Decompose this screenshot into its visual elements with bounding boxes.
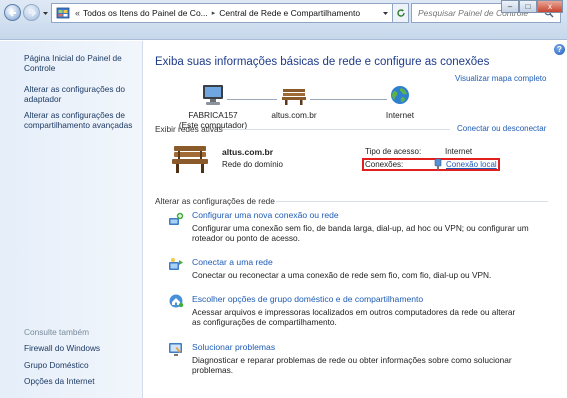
maximize-button[interactable]: □ bbox=[519, 0, 537, 13]
section-divider bbox=[222, 129, 450, 130]
task-setup-connection-link[interactable]: Configurar uma nova conexão ou rede bbox=[192, 210, 339, 220]
map-connector-line bbox=[227, 99, 277, 100]
active-networks-label: Exibir redes ativas bbox=[155, 124, 223, 134]
control-panel-icon bbox=[56, 7, 70, 19]
task-connect-network-desc: Conectar ou reconectar a uma conexão de … bbox=[192, 270, 492, 280]
address-bar[interactable]: « Todos os Itens do Painel de Co... ▸ Ce… bbox=[51, 3, 393, 23]
task-homegroup-link[interactable]: Escolher opções de grupo doméstico e de … bbox=[192, 294, 423, 304]
minimize-button[interactable]: – bbox=[501, 0, 519, 13]
troubleshoot-icon bbox=[169, 343, 182, 356]
task-troubleshoot-link[interactable]: Solucionar problemas bbox=[192, 342, 275, 352]
computer-name: FABRICA157 bbox=[188, 110, 238, 120]
breadcrumb-separator-icon[interactable]: ▸ bbox=[212, 9, 216, 17]
network-type-link[interactable]: Rede do domínio bbox=[222, 160, 283, 169]
ethernet-connection-icon bbox=[434, 158, 442, 170]
recent-pages-chevron-icon[interactable] bbox=[42, 10, 49, 17]
breadcrumb-item-all-control-panel[interactable]: Todos os Itens do Painel de Co... bbox=[83, 8, 208, 18]
change-settings-label: Alterar as configurações de rede bbox=[155, 196, 275, 206]
internet-globe-icon bbox=[391, 86, 409, 104]
sidebar: Página Inicial do Painel de Controle Alt… bbox=[0, 41, 143, 398]
window-controls: – □ x bbox=[501, 0, 563, 13]
active-network-name: altus.com.br bbox=[222, 147, 274, 157]
bench-network-icon bbox=[172, 146, 208, 173]
back-button[interactable] bbox=[4, 4, 21, 21]
section-divider bbox=[276, 201, 548, 202]
see-also-label: Consulte também bbox=[24, 327, 90, 337]
access-type-value: Internet bbox=[445, 147, 473, 156]
sidebar-link-adapter-settings[interactable]: Alterar as configurações do adaptador bbox=[24, 84, 139, 104]
sidebar-link-homegroup[interactable]: Grupo Doméstico bbox=[24, 360, 139, 370]
breadcrumb-item-network-center[interactable]: Central de Rede e Compartilhamento bbox=[219, 8, 360, 18]
map-network-name[interactable]: altus.com.br bbox=[268, 110, 320, 120]
sidebar-link-internet-options[interactable]: Opções da Internet bbox=[24, 376, 139, 386]
homegroup-icon bbox=[169, 294, 184, 308]
task-setup-connection-desc: Configurar uma conexão sem fio, de banda… bbox=[192, 223, 529, 243]
domain-network-bench-icon bbox=[282, 89, 306, 105]
task-connect-network-link[interactable]: Conectar a uma rede bbox=[192, 257, 273, 267]
refresh-icon bbox=[396, 9, 405, 17]
close-button[interactable]: x bbox=[537, 0, 563, 13]
connect-network-icon bbox=[169, 258, 183, 270]
connect-disconnect-link[interactable]: Conectar ou desconectar bbox=[457, 124, 546, 133]
sidebar-link-control-panel-home[interactable]: Página Inicial do Painel de Controle bbox=[24, 53, 139, 73]
map-connector-line bbox=[310, 99, 387, 100]
arrow-right-icon bbox=[28, 8, 36, 17]
task-troubleshoot-desc: Diagnosticar e reparar problemas de rede… bbox=[192, 355, 512, 375]
help-icon[interactable]: ? bbox=[554, 44, 565, 55]
refresh-button[interactable] bbox=[393, 3, 409, 23]
map-internet-label[interactable]: Internet bbox=[380, 110, 420, 120]
sidebar-link-windows-firewall[interactable]: Firewall do Windows bbox=[24, 343, 139, 353]
forward-button[interactable] bbox=[23, 4, 40, 21]
task-homegroup-desc: Acessar arquivos e impressoras localizad… bbox=[192, 307, 516, 327]
breadcrumb-overflow[interactable]: « bbox=[75, 8, 80, 18]
page-title: Exiba suas informações básicas de rede e… bbox=[155, 56, 490, 68]
computer-icon bbox=[203, 85, 223, 105]
title-address-bar: « Todos os Itens do Painel de Co... ▸ Ce… bbox=[0, 0, 567, 40]
access-type-label: Tipo de acesso: bbox=[365, 147, 422, 156]
connections-label: Conexões: bbox=[365, 160, 404, 169]
view-full-map-link[interactable]: Visualizar mapa completo bbox=[455, 74, 546, 83]
arrow-left-icon bbox=[8, 8, 16, 17]
new-connection-icon bbox=[169, 212, 184, 225]
address-dropdown-icon[interactable] bbox=[382, 10, 389, 17]
sidebar-link-advanced-sharing[interactable]: Alterar as configurações de compartilham… bbox=[24, 110, 139, 130]
local-connection-link[interactable]: Conexão local bbox=[446, 160, 497, 169]
